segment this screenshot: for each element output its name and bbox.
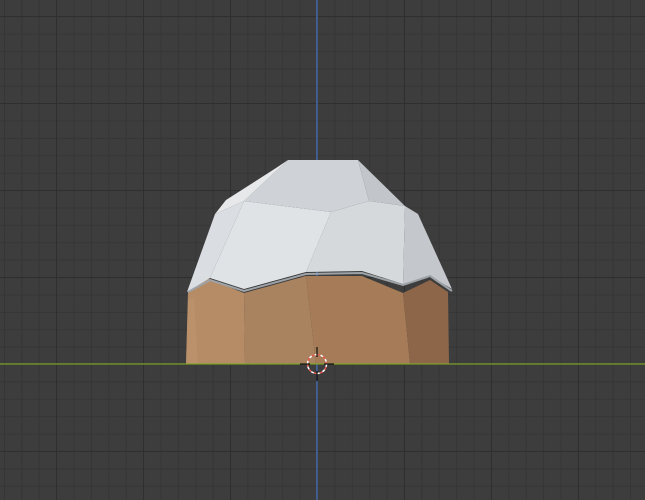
viewport-scene	[0, 0, 645, 500]
3d-viewport[interactable]	[0, 0, 645, 500]
rock-base-face-3	[306, 276, 410, 364]
rock-base-face-4	[403, 280, 449, 364]
rock-cap[interactable]	[187, 160, 453, 293]
rock-base-face-2	[244, 276, 316, 364]
